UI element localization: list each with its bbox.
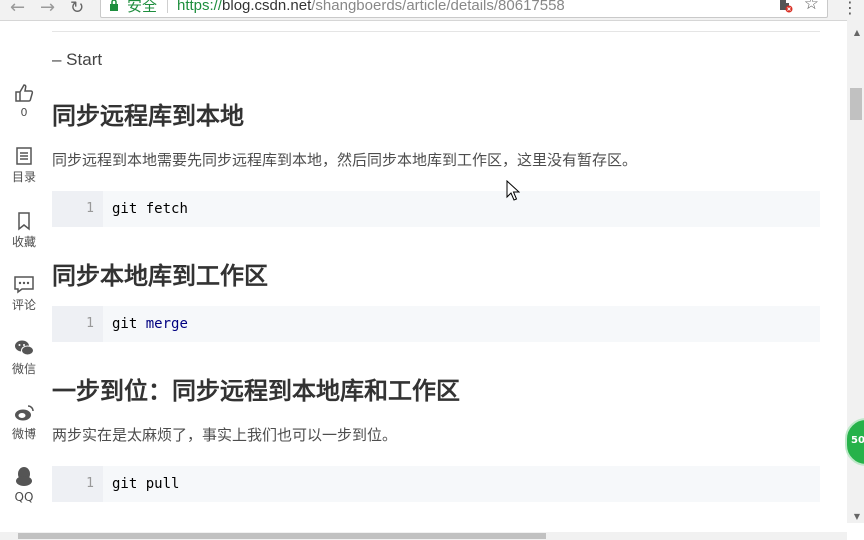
heading-one-step: 一步到位：同步远程到本地库和工作区 <box>52 377 460 405</box>
heading-sync-local: 同步本地库到工作区 <box>52 262 268 290</box>
favorite-button[interactable]: 收藏 <box>0 211 48 250</box>
wechat-share-button[interactable]: 微信 <box>0 338 48 377</box>
heading-sync-remote: 同步远程库到本地 <box>52 102 244 130</box>
lock-icon <box>110 0 118 11</box>
code-block-merge: 1 git merge <box>52 306 820 342</box>
bookmark-icon <box>18 212 30 231</box>
document-list-icon <box>16 147 32 165</box>
weibo-icon <box>15 405 34 421</box>
mouse-pointer-icon <box>506 180 520 201</box>
code-block-pull: 1 git pull <box>52 466 820 502</box>
horizontal-scrollbar[interactable] <box>0 532 847 540</box>
vertical-scroll-thumb[interactable] <box>850 88 862 120</box>
weibo-label: 微博 <box>11 427 36 441</box>
code-argument: fetch <box>145 201 188 217</box>
reload-icon[interactable]: ↻ <box>70 0 84 18</box>
address-separator <box>167 0 168 13</box>
qq-label: QQ <box>14 490 34 504</box>
forward-arrow-icon[interactable]: → <box>40 0 55 18</box>
thumbs-up-icon <box>15 84 34 102</box>
url-host: blog.csdn.net <box>222 0 312 14</box>
horizontal-scroll-thumb[interactable] <box>18 533 546 539</box>
wechat-label: 微信 <box>11 362 36 376</box>
url-text[interactable]: https://blog.csdn.net/shangboerds/articl… <box>177 0 565 16</box>
qq-penguin-icon <box>16 467 32 486</box>
weibo-share-button[interactable]: 微博 <box>0 403 48 442</box>
comment-label: 评论 <box>11 298 36 312</box>
qq-share-button[interactable]: QQ <box>0 466 48 504</box>
line-number: 1 <box>86 201 94 216</box>
like-count: 0 <box>20 106 28 119</box>
favorite-label: 收藏 <box>11 235 36 249</box>
back-arrow-icon[interactable]: ← <box>10 0 25 18</box>
line-number: 1 <box>86 476 94 491</box>
line-number: 1 <box>86 316 94 331</box>
url-path: /shangboerds/article/details/80617558 <box>311 0 565 14</box>
comment-button[interactable]: 评论 <box>0 274 48 313</box>
browser-menu-icon[interactable]: ⋮ <box>842 0 858 17</box>
code-argument: pull <box>145 476 180 492</box>
extension-icon[interactable] <box>777 0 793 13</box>
scroll-up-arrow-icon[interactable]: ▲ <box>854 28 860 37</box>
code-block-fetch: 1 git fetch <box>52 191 820 227</box>
code-line: git pull <box>112 466 179 502</box>
wechat-icon <box>15 340 34 356</box>
toc-button[interactable]: 目录 <box>0 146 48 185</box>
code-command: git <box>112 201 138 217</box>
code-line: git merge <box>112 306 188 342</box>
secure-label: 安全 <box>127 0 158 15</box>
bookmark-star-icon[interactable]: ☆ <box>804 0 819 14</box>
address-bar[interactable]: 安全 https://blog.csdn.net/shangboerds/art… <box>100 0 828 18</box>
code-line: git fetch <box>112 191 188 227</box>
code-argument: merge <box>145 316 188 332</box>
floating-badge-text: 50 <box>851 435 864 446</box>
code-command: git <box>112 476 138 492</box>
paragraph-one-step: 两步实在是太麻烦了，事实上我们也可以一步到位。 <box>52 426 398 444</box>
like-button[interactable]: 0 <box>0 82 48 119</box>
url-scheme: https:// <box>177 0 223 14</box>
article-action-toolbar: 0 目录 收藏 评论 微信 微博 QQ <box>0 70 48 520</box>
toc-label: 目录 <box>11 170 36 184</box>
content-divider <box>52 31 820 32</box>
comment-icon <box>14 276 34 294</box>
start-marker: – Start <box>52 50 103 69</box>
paragraph-sync-remote: 同步远程到本地需要先同步远程库到本地，然后同步本地库到工作区，这里没有暂存区。 <box>52 151 638 169</box>
browser-toolbar: ← → ↻ 安全 https://blog.csdn.net/shangboer… <box>0 0 864 21</box>
scroll-down-arrow-icon[interactable]: ▼ <box>854 512 860 521</box>
code-command: git <box>112 316 138 332</box>
